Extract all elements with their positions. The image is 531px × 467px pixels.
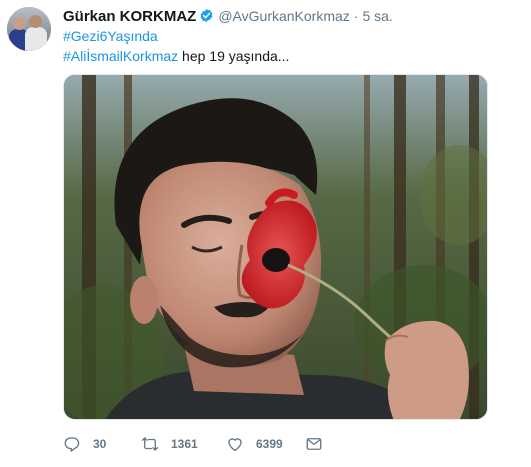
hashtag-link[interactable]: #Gezi6Yaşında [63, 28, 158, 44]
retweet-button[interactable]: 1361 [141, 432, 198, 456]
author-name[interactable]: Gürkan KORKMAZ [63, 8, 196, 25]
direct-message-button[interactable] [305, 432, 323, 456]
like-count: 6399 [256, 437, 283, 451]
direct-message-icon [306, 438, 322, 450]
tweet-actions: 30 1361 6399 [63, 432, 483, 456]
tweet: Gürkan KORKMAZ @AvGurkanKorkmaz · 5 sa. #Ge… [0, 0, 531, 467]
tweet-header: Gürkan KORKMAZ @AvGurkanKorkmaz · 5 sa. [63, 7, 393, 25]
tweet-timestamp[interactable]: 5 sa. [362, 8, 392, 24]
tweet-photo[interactable] [63, 74, 488, 420]
verified-badge-icon [200, 8, 213, 23]
like-button[interactable]: 6399 [226, 432, 283, 456]
author-handle[interactable]: @AvGurkanKorkmaz [218, 8, 349, 24]
tweet-text-line-2: #AliİsmailKorkmaz hep 19 yaşında... [63, 47, 289, 65]
author-avatar[interactable] [7, 7, 51, 51]
tweet-text-line-1: #Gezi6Yaşında [63, 27, 158, 45]
separator-dot: · [353, 8, 359, 24]
retweet-icon [141, 437, 159, 451]
hashtag-link[interactable]: #AliİsmailKorkmaz [63, 48, 178, 64]
photo-illustration [64, 75, 487, 419]
retweet-count: 1361 [171, 437, 198, 451]
reply-icon [64, 437, 80, 452]
like-icon [228, 438, 242, 452]
reply-button[interactable]: 30 [63, 432, 106, 456]
reply-count: 30 [93, 437, 107, 451]
tweet-text: hep 19 yaşında... [178, 48, 290, 64]
